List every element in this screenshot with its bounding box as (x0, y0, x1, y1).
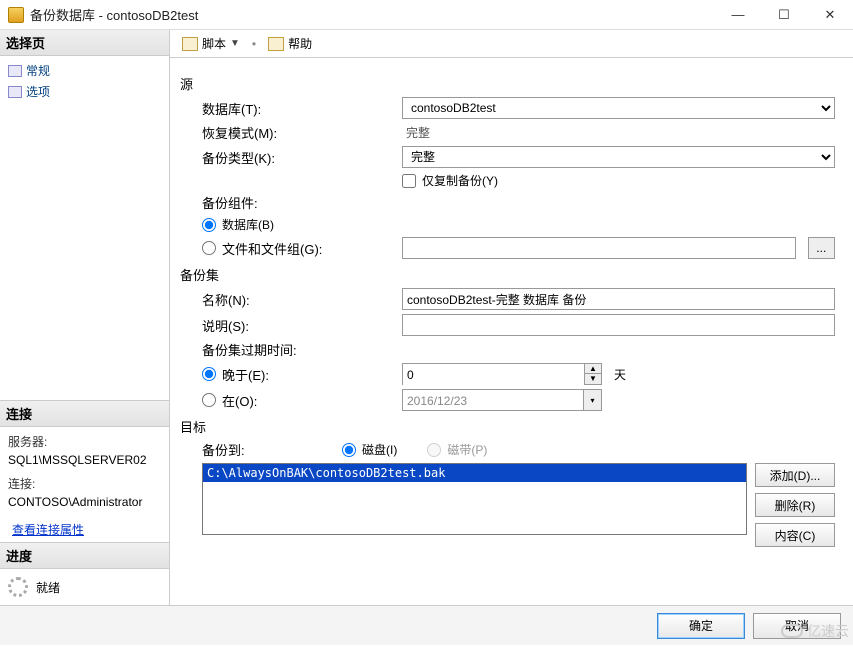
script-label: 脚本 (202, 35, 226, 52)
connection-info: 服务器: SQL1\MSSQLSERVER02 连接: CONTOSO\Admi… (0, 427, 169, 517)
title-bar: 备份数据库 - contosoDB2test — ☐ ✕ (0, 0, 853, 30)
help-icon (268, 37, 284, 51)
toolbar-separator: • (248, 37, 260, 51)
window-title: 备份数据库 - contosoDB2test (30, 5, 715, 24)
expire-days-input[interactable] (403, 364, 584, 386)
desc-label: 说明(S): (202, 316, 402, 335)
copy-only-label: 仅复制备份(Y) (422, 172, 498, 189)
backup-desc-input[interactable] (402, 314, 835, 336)
filegroup-browse-button[interactable]: ... (808, 237, 835, 259)
spinner-down-button[interactable]: ▼ (585, 374, 601, 384)
sidebar-item-options[interactable]: 选项 (0, 81, 169, 102)
chevron-down-icon: ▼ (230, 38, 240, 49)
progress-status: 就绪 (36, 579, 60, 596)
window-controls: — ☐ ✕ (715, 0, 853, 30)
name-label: 名称(N): (202, 290, 402, 309)
expire-on-radio[interactable] (202, 393, 216, 407)
calendar-icon[interactable]: ▾ (583, 390, 601, 410)
sidebar-item-general[interactable]: 常规 (0, 60, 169, 81)
component-db-label: 数据库(B) (222, 216, 274, 233)
progress-header: 进度 (0, 542, 169, 569)
page-icon (8, 65, 22, 77)
recovery-value: 完整 (402, 124, 430, 141)
server-label: 服务器: (8, 433, 161, 451)
expire-date-picker[interactable]: ▾ (402, 389, 602, 411)
filegroup-input[interactable] (402, 237, 796, 259)
backup-type-select[interactable]: 完整 (402, 146, 835, 168)
toolbar: 脚本 ▼ • 帮助 (170, 30, 853, 58)
content-pane: 脚本 ▼ • 帮助 源 数据库(T): contosoDB2test 恢复模式( (170, 30, 853, 605)
conn-value: CONTOSO\Administrator (8, 493, 161, 511)
ok-button[interactable]: 确定 (657, 613, 745, 639)
database-icon (8, 7, 24, 23)
dest-tape-radio (427, 443, 441, 457)
expire-label: 备份集过期时间: (202, 340, 402, 359)
help-label: 帮助 (288, 35, 312, 52)
sidebar-item-label: 选项 (26, 83, 50, 100)
server-value: SQL1\MSSQLSERVER02 (8, 451, 161, 469)
dest-disk-radio[interactable] (342, 443, 356, 457)
maximize-button[interactable]: ☐ (761, 0, 807, 30)
component-label: 备份组件: (202, 193, 402, 212)
remove-destination-button[interactable]: 删除(R) (755, 493, 835, 517)
expire-date-input[interactable] (403, 390, 583, 412)
select-page-header: 选择页 (0, 30, 169, 56)
backup-name-input[interactable] (402, 288, 835, 310)
script-icon (182, 37, 198, 51)
dest-group-label: 目标 (180, 417, 835, 436)
cancel-button[interactable]: 取消 (753, 613, 841, 639)
backup-to-label: 备份到: (202, 440, 342, 459)
expire-after-label: 晚于(E): (222, 365, 269, 384)
add-destination-button[interactable]: 添加(D)... (755, 463, 835, 487)
database-select[interactable]: contosoDB2test (402, 97, 835, 119)
dest-disk-label: 磁盘(I) (362, 441, 397, 458)
copy-only-checkbox[interactable] (402, 174, 416, 188)
dest-tape-label: 磁带(P) (447, 441, 487, 458)
source-group-label: 源 (180, 74, 835, 93)
contents-button[interactable]: 内容(C) (755, 523, 835, 547)
backup-type-label: 备份类型(K): (202, 148, 402, 167)
expire-on-label: 在(O): (222, 391, 257, 410)
connection-header: 连接 (0, 400, 169, 427)
script-button[interactable]: 脚本 ▼ (178, 33, 244, 54)
sidebar: 选择页 常规 选项 连接 服务器: SQL1\MSSQLSERVER02 连接:… (0, 30, 170, 605)
page-icon (8, 86, 22, 98)
help-button[interactable]: 帮助 (264, 33, 316, 54)
recovery-label: 恢复模式(M): (202, 123, 402, 142)
minimize-button[interactable]: — (715, 0, 761, 30)
sidebar-item-label: 常规 (26, 62, 50, 79)
expire-after-radio[interactable] (202, 367, 216, 381)
progress-spinner-icon (8, 577, 28, 597)
database-label: 数据库(T): (202, 99, 402, 118)
component-db-radio[interactable] (202, 218, 216, 232)
component-fg-label: 文件和文件组(G): (222, 239, 322, 258)
destination-list[interactable]: C:\AlwaysOnBAK\contosoDB2test.bak (202, 463, 747, 535)
backup-set-group-label: 备份集 (180, 265, 835, 284)
conn-label: 连接: (8, 475, 161, 493)
expire-unit-label: 天 (614, 366, 654, 383)
view-connection-props-link[interactable]: 查看连接属性 (0, 517, 169, 542)
expire-days-spinner[interactable]: ▲ ▼ (402, 363, 602, 385)
close-button[interactable]: ✕ (807, 0, 853, 30)
component-fg-radio[interactable] (202, 241, 216, 255)
destination-path-item[interactable]: C:\AlwaysOnBAK\contosoDB2test.bak (203, 464, 746, 482)
progress-row: 就绪 (0, 569, 169, 605)
dialog-footer: 确定 取消 (0, 605, 853, 645)
link-label: 查看连接属性 (12, 521, 84, 538)
spinner-up-button[interactable]: ▲ (585, 364, 601, 374)
